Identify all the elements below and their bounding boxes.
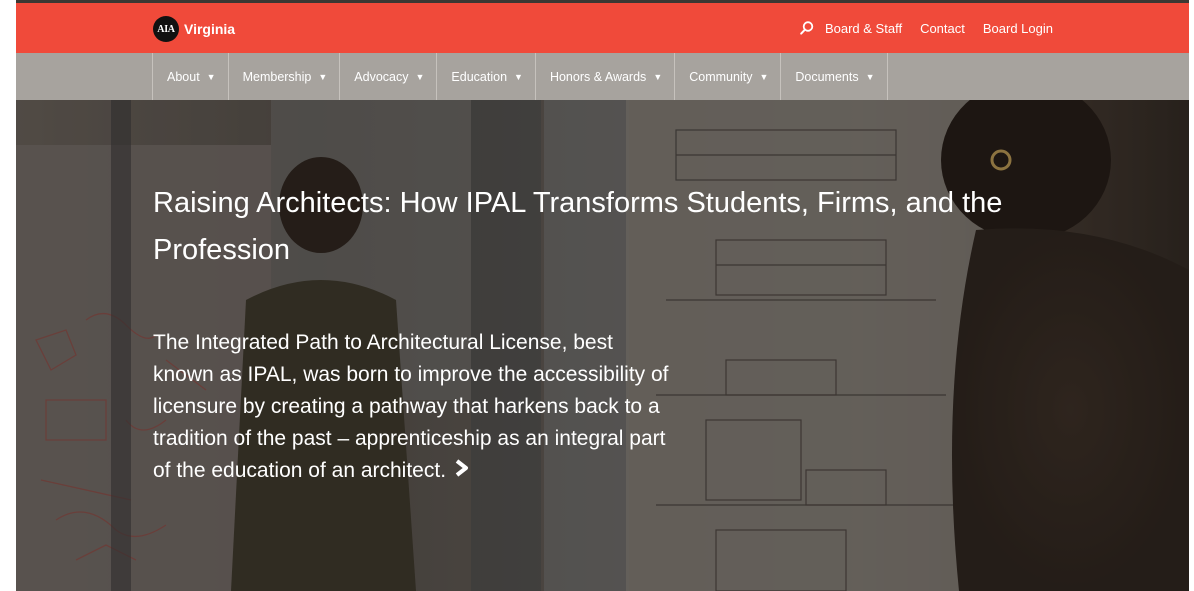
nav-item-membership[interactable]: Membership ▼ (229, 53, 341, 100)
contact-link[interactable]: Contact (920, 21, 965, 36)
nav-label: Advocacy (354, 69, 409, 84)
search-icon[interactable] (799, 20, 815, 36)
nav-label: Membership (242, 69, 312, 84)
caret-down-icon: ▼ (206, 71, 216, 82)
aia-logo-mark: AIA (153, 16, 179, 42)
caret-down-icon: ▼ (653, 71, 663, 82)
page-frame: AIA Virginia Board & Staff Contact Board… (16, 0, 1189, 591)
nav-label: Honors & Awards (549, 69, 647, 84)
top-bar: AIA Virginia Board & Staff Contact Board… (16, 3, 1189, 53)
logo-text: Virginia (184, 21, 236, 37)
nav-label: About (167, 69, 200, 84)
caret-down-icon: ▼ (759, 71, 769, 82)
utility-nav: Board & Staff Contact Board Login (799, 20, 1053, 36)
caret-down-icon: ▼ (415, 71, 425, 82)
nav-label: Community (689, 69, 753, 84)
nav-item-documents[interactable]: Documents ▼ (781, 53, 888, 100)
nav-label: Documents (795, 69, 859, 84)
hero-title[interactable]: Raising Architects: How IPAL Transforms … (153, 180, 1033, 274)
nav-item-community[interactable]: Community ▼ (675, 53, 782, 100)
caret-down-icon: ▼ (865, 71, 875, 82)
hero-body: The Integrated Path to Architectural Lic… (153, 327, 673, 487)
caret-down-icon: ▼ (514, 71, 523, 82)
site-logo[interactable]: AIA Virginia (153, 16, 235, 42)
nav-item-honors-awards[interactable]: Honors & Awards ▼ (536, 53, 676, 100)
caret-down-icon: ▼ (318, 71, 328, 82)
hero-body-text: The Integrated Path to Architectural Lic… (153, 331, 669, 482)
main-nav-bar: About ▼ Membership ▼ Advocacy ▼ Education ▼ … (16, 53, 1189, 100)
chevron-right-icon[interactable] (454, 455, 470, 487)
hero-banner[interactable]: Raising Architects: How IPAL Transforms … (16, 100, 1189, 591)
nav-item-about[interactable]: About ▼ (153, 53, 229, 100)
board-login-link[interactable]: Board Login (983, 21, 1053, 36)
main-nav: About ▼ Membership ▼ Advocacy ▼ Education ▼ … (152, 53, 888, 100)
nav-label: Education (451, 69, 508, 84)
nav-item-education[interactable]: Education ▼ (437, 53, 536, 100)
nav-item-advocacy[interactable]: Advocacy ▼ (340, 53, 438, 100)
board-staff-link[interactable]: Board & Staff (825, 21, 902, 36)
